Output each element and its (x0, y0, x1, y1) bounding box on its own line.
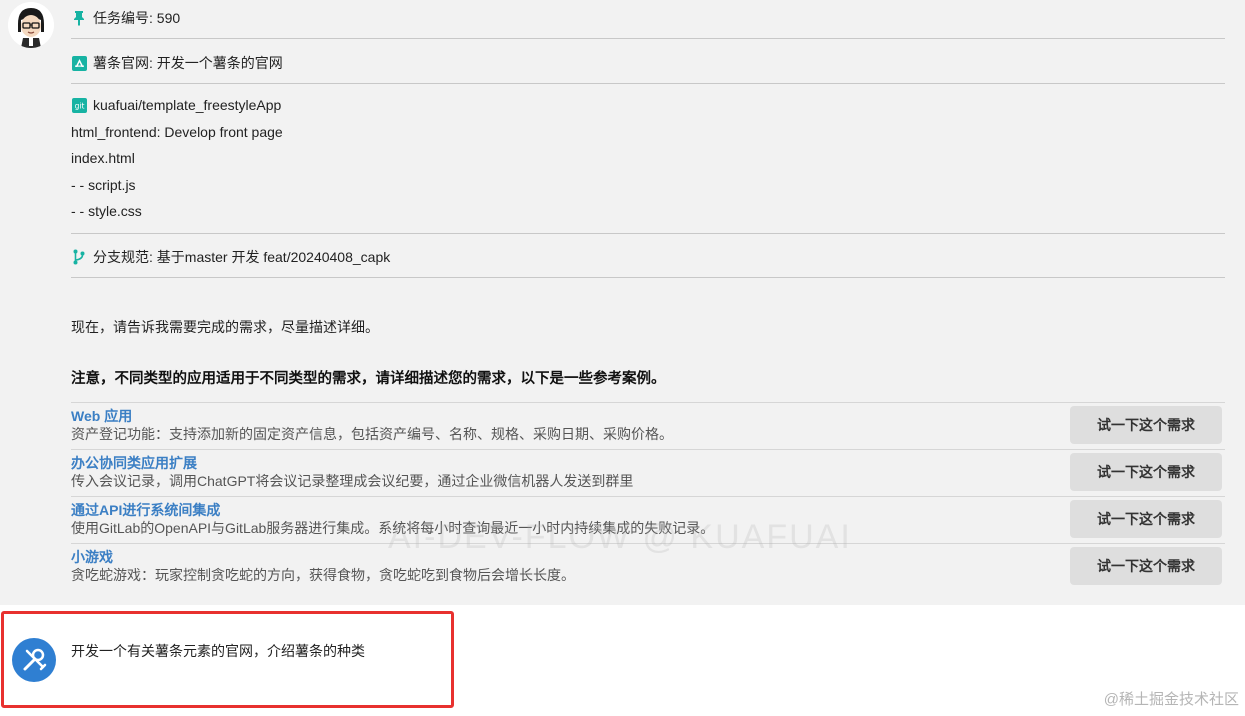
branch-row: 分支规范: 基于master 开发 feat/20240408_capk (71, 247, 390, 267)
case-item: Web 应用 资产登记功能：支持添加新的固定资产信息，包括资产编号、名称、规格、… (71, 402, 1225, 449)
divider (71, 277, 1225, 278)
repo-link[interactable]: kuafuai/template_freestyleApp (93, 97, 281, 113)
case-description: 传入会议记录，调用ChatGPT将会议记录整理成会议纪要，通过企业微信机器人发送… (71, 473, 634, 489)
file-line: index.html (71, 150, 135, 166)
branch-icon (71, 249, 87, 265)
try-case-button[interactable]: 试一下这个需求 (1070, 453, 1222, 491)
case-title: Web 应用 (71, 408, 133, 424)
task-id-row: 任务编号: 590 (71, 8, 180, 28)
try-case-button[interactable]: 试一下这个需求 (1070, 406, 1222, 444)
case-description: 资产登记功能：支持添加新的固定资产信息，包括资产编号、名称、规格、采购日期、采购… (71, 426, 673, 442)
divider (71, 38, 1225, 39)
notice-text: 注意，不同类型的应用适用于不同类型的需求，请详细描述您的需求，以下是一些参考案例… (71, 371, 666, 387)
task-id-label: 任务编号: 590 (93, 10, 181, 26)
app-icon (71, 55, 87, 71)
chat-page: 任务编号: 590 薯条官网: 开发一个薯条的官网 git kuafuai/te… (0, 0, 1245, 716)
case-description: 贪吃蛇游戏：玩家控制贪吃蛇的方向，获得食物，贪吃蛇吃到食物后会增长长度。 (71, 567, 575, 583)
assistant-avatar (8, 2, 54, 48)
svg-text:git: git (74, 101, 84, 110)
prompt-text: 现在，请告诉我需要完成的需求，尽量描述详细。 (71, 319, 379, 335)
site-watermark: @稀土掘金技术社区 (1103, 691, 1239, 708)
file-line: - - script.js (71, 177, 136, 193)
example-case-list: Web 应用 资产登记功能：支持添加新的固定资产信息，包括资产编号、名称、规格、… (71, 402, 1225, 590)
branch-label: 分支规范: 基于master 开发 feat/20240408_capk (93, 249, 391, 265)
try-case-button[interactable]: 试一下这个需求 (1070, 547, 1222, 585)
divider (71, 83, 1225, 84)
project-row: 薯条官网: 开发一个薯条的官网 (71, 53, 283, 73)
pin-icon (71, 10, 87, 26)
case-title: 办公协同类应用扩展 (71, 455, 197, 471)
case-title: 通过API进行系统间集成 (71, 502, 221, 518)
highlight-box (1, 611, 454, 708)
assistant-message: 任务编号: 590 薯条官网: 开发一个薯条的官网 git kuafuai/te… (0, 0, 1245, 605)
file-line: html_frontend: Develop front page (71, 124, 283, 140)
project-label: 薯条官网: 开发一个薯条的官网 (93, 55, 283, 71)
repo-row: git kuafuai/template_freestyleApp (71, 97, 281, 113)
watermark: AI-DEV-FLOW @ KUAFUAI (388, 518, 852, 556)
case-title: 小游戏 (71, 549, 113, 565)
cartoon-avatar-icon (8, 2, 54, 48)
case-item: 办公协同类应用扩展 传入会议记录，调用ChatGPT将会议记录整理成会议纪要，通… (71, 449, 1225, 496)
file-line: - - style.css (71, 203, 142, 219)
divider (71, 233, 1225, 234)
try-case-button[interactable]: 试一下这个需求 (1070, 500, 1222, 538)
git-icon: git (71, 97, 87, 113)
